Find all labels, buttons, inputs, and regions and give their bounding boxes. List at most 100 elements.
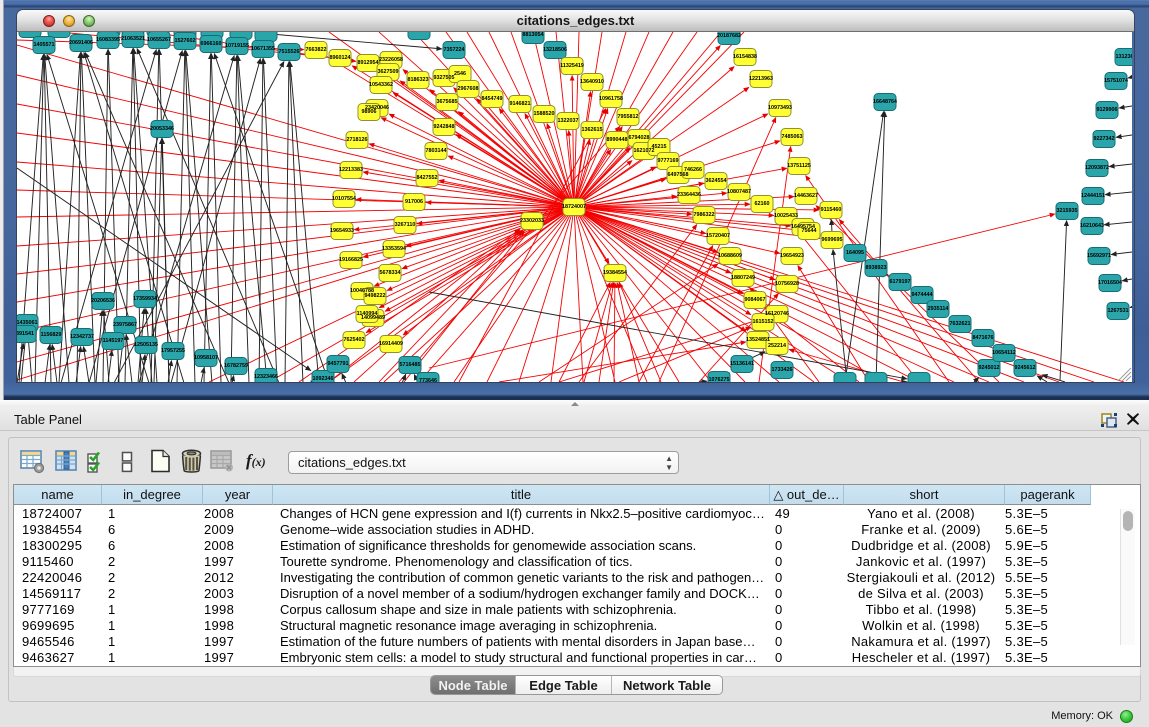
svg-text:16782759: 16782759 — [224, 363, 248, 369]
svg-text:2967608: 2967608 — [458, 86, 479, 92]
svg-text:8990448: 8990448 — [607, 137, 628, 143]
svg-text:7485063: 7485063 — [782, 134, 803, 140]
svg-text:16914409: 16914409 — [379, 341, 403, 347]
svg-text:16120746: 16120746 — [765, 311, 789, 317]
svg-text:164095: 164095 — [846, 250, 864, 256]
svg-text:23975867: 23975867 — [113, 322, 137, 328]
svg-text:6179197: 6179197 — [890, 279, 911, 285]
svg-text:7357224: 7357224 — [444, 47, 465, 53]
svg-text:9474444: 9474444 — [912, 292, 933, 298]
svg-text:19654933: 19654933 — [330, 228, 354, 234]
svg-text:5678334: 5678334 — [380, 270, 401, 276]
svg-text:10961758: 10961758 — [599, 96, 623, 102]
svg-text:10756928: 10756928 — [775, 281, 799, 287]
svg-text:3215935: 3215935 — [1057, 208, 1078, 214]
svg-text:10025433: 10025433 — [774, 213, 798, 219]
svg-text:13524851: 13524851 — [746, 337, 770, 343]
svg-text:1322037: 1322037 — [558, 118, 579, 124]
svg-text:2718126: 2718126 — [347, 137, 368, 143]
svg-text:391541: 391541 — [17, 331, 34, 337]
svg-text:7955812: 7955812 — [618, 114, 639, 120]
svg-text:7632621: 7632621 — [950, 321, 971, 327]
svg-text:19166825: 19166825 — [339, 257, 363, 263]
svg-text:252214: 252214 — [768, 343, 786, 349]
svg-text:20691406: 20691406 — [69, 40, 93, 46]
svg-text:11325419: 11325419 — [560, 63, 584, 69]
svg-text:20206536: 20206536 — [91, 298, 115, 304]
svg-text:9457791: 9457791 — [328, 361, 349, 367]
svg-text:10654112: 10654112 — [992, 350, 1016, 356]
svg-text:9227342: 9227342 — [1094, 136, 1115, 142]
svg-text:8454749: 8454749 — [482, 96, 503, 102]
svg-text:16154838: 16154838 — [733, 54, 757, 60]
svg-text:15692971: 15692971 — [1087, 253, 1111, 259]
svg-text:10807487: 10807487 — [727, 189, 751, 195]
svg-text:10973493: 10973493 — [768, 105, 792, 111]
svg-text:6794028: 6794028 — [629, 135, 650, 141]
svg-text:3267110: 3267110 — [395, 222, 416, 228]
svg-text:7515526: 7515526 — [279, 49, 300, 55]
svg-text:10107554: 10107554 — [332, 196, 356, 202]
svg-text:12323466: 12323466 — [254, 374, 278, 380]
svg-text:8471676: 8471676 — [973, 335, 994, 341]
svg-text:746266: 746266 — [684, 167, 702, 173]
svg-text:7625402: 7625402 — [344, 337, 365, 343]
svg-text:9699695: 9699695 — [822, 237, 843, 243]
svg-text:13353594: 13353594 — [382, 246, 406, 252]
svg-text:10543362: 10543362 — [369, 82, 393, 88]
svg-text:10655267: 10655267 — [147, 37, 171, 43]
svg-text:62160: 62160 — [755, 201, 770, 207]
svg-text:2546: 2546 — [454, 71, 466, 77]
svg-text:9115460: 9115460 — [821, 207, 842, 213]
svg-text:13751125: 13751125 — [787, 163, 811, 169]
svg-text:14463627: 14463627 — [794, 193, 818, 199]
svg-text:3627509: 3627509 — [378, 69, 399, 75]
svg-text:17359934: 17359934 — [133, 296, 157, 302]
svg-text:20187682: 20187682 — [717, 33, 741, 39]
svg-text:1527602: 1527602 — [175, 38, 196, 44]
svg-text:1435061: 1435061 — [17, 320, 38, 326]
svg-text:773646: 773646 — [419, 378, 437, 382]
svg-text:17016504: 17016504 — [1098, 280, 1122, 286]
svg-text:8813054: 8813054 — [523, 32, 544, 38]
svg-text:15136141: 15136141 — [730, 361, 754, 367]
svg-text:18724007: 18724007 — [562, 204, 586, 210]
svg-text:1145197: 1145197 — [103, 338, 124, 344]
svg-text:75644: 75644 — [802, 228, 817, 234]
svg-text:1405571: 1405571 — [34, 42, 55, 48]
svg-text:16210643: 16210643 — [1080, 223, 1104, 229]
svg-text:7803144: 7803144 — [426, 148, 447, 154]
svg-text:3624554: 3624554 — [706, 178, 727, 184]
svg-text:8427552: 8427552 — [417, 175, 438, 181]
svg-text:12342737: 12342737 — [70, 334, 94, 340]
svg-text:12213383: 12213383 — [339, 167, 363, 173]
svg-text:19384554: 19384554 — [603, 270, 627, 276]
svg-text:1156829: 1156829 — [41, 332, 62, 338]
svg-text:9129906: 9129906 — [1097, 107, 1118, 113]
svg-text:9245612: 9245612 — [1015, 365, 1036, 371]
svg-text:45215: 45215 — [652, 144, 667, 150]
svg-text:5716485: 5716485 — [400, 362, 421, 368]
svg-text:1733426: 1733426 — [772, 367, 793, 373]
svg-text:9245012: 9245012 — [979, 365, 1000, 371]
svg-text:12444151: 12444151 — [1081, 193, 1105, 199]
svg-text:10688609: 10688609 — [718, 253, 742, 259]
svg-text:7986322: 7986322 — [694, 212, 715, 218]
svg-text:10671355: 10671355 — [251, 46, 275, 52]
svg-text:8938923: 8938923 — [866, 265, 887, 271]
svg-text:16083395: 16083395 — [96, 37, 120, 43]
svg-text:2935114: 2935114 — [928, 306, 949, 312]
svg-text:23364436: 23364436 — [677, 192, 701, 198]
svg-text:15751074: 15751074 — [1104, 78, 1128, 84]
svg-text:7663822: 7663822 — [306, 47, 327, 53]
svg-text:9498222: 9498222 — [365, 293, 386, 299]
svg-text:917006: 917006 — [405, 199, 423, 205]
svg-text:8960124: 8960124 — [330, 55, 351, 61]
svg-text:9242848: 9242848 — [434, 124, 455, 130]
svg-text:1362615: 1362615 — [582, 127, 603, 133]
svg-text:1312364: 1312364 — [1116, 54, 1133, 60]
svg-text:9084067: 9084067 — [745, 297, 766, 303]
svg-text:1615152: 1615152 — [753, 319, 774, 325]
svg-text:13218506: 13218506 — [543, 47, 567, 53]
svg-text:9777169: 9777169 — [658, 158, 679, 164]
